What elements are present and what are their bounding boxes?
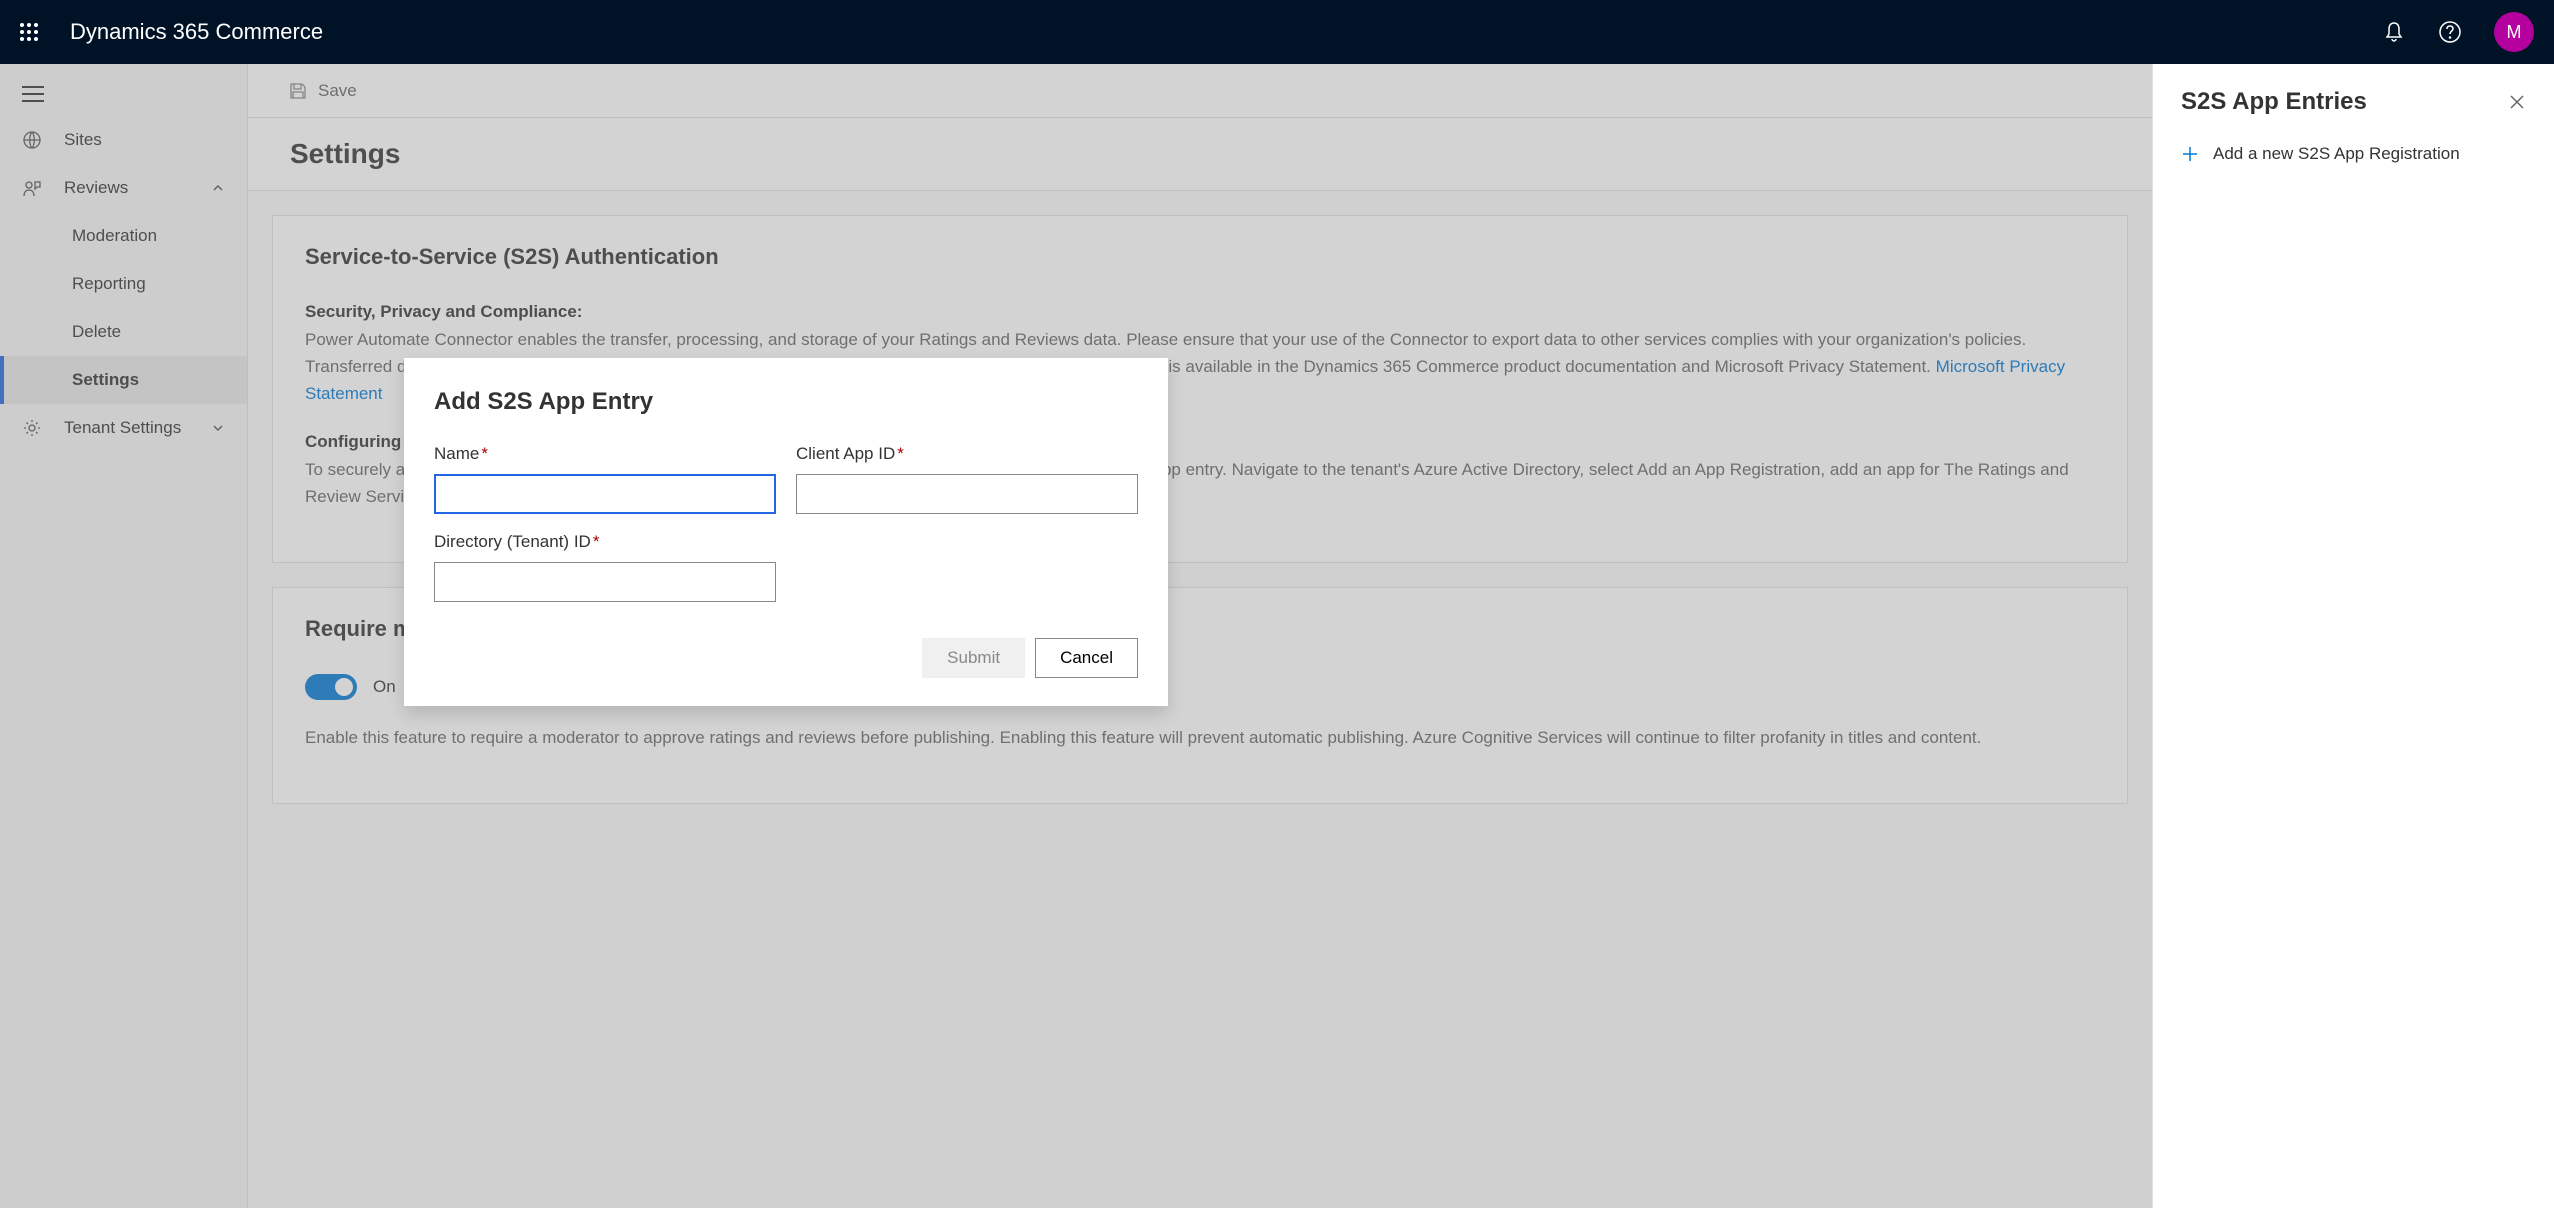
form-grid: Name* Client App ID* Directory (Tenant) …	[434, 444, 1138, 602]
header-right: M	[2382, 12, 2534, 52]
name-label: Name*	[434, 444, 776, 464]
add-s2s-registration-link[interactable]: Add a new S2S App Registration	[2181, 140, 2526, 168]
panel-header: S2S App Entries	[2181, 88, 2526, 116]
right-panel: S2S App Entries Add a new S2S App Regist…	[2152, 64, 2554, 1208]
client-app-id-input[interactable]	[796, 474, 1138, 514]
help-icon[interactable]	[2438, 20, 2462, 44]
name-field-group: Name*	[434, 444, 776, 514]
close-icon[interactable]	[2508, 93, 2526, 111]
name-input[interactable]	[434, 474, 776, 514]
app-launcher-icon[interactable]	[20, 23, 38, 41]
add-link-label: Add a new S2S App Registration	[2213, 144, 2460, 164]
cancel-button[interactable]: Cancel	[1035, 638, 1138, 678]
plus-icon	[2181, 145, 2199, 163]
tenant-id-field-group: Directory (Tenant) ID*	[434, 532, 776, 602]
avatar[interactable]: M	[2494, 12, 2534, 52]
top-header: Dynamics 365 Commerce M	[0, 0, 2554, 64]
submit-button[interactable]: Submit	[922, 638, 1025, 678]
notifications-icon[interactable]	[2382, 20, 2406, 44]
header-left: Dynamics 365 Commerce	[20, 19, 323, 45]
tenant-id-label: Directory (Tenant) ID*	[434, 532, 776, 552]
client-id-field-group: Client App ID*	[796, 444, 1138, 514]
app-title: Dynamics 365 Commerce	[70, 19, 323, 45]
client-id-label: Client App ID*	[796, 444, 1138, 464]
modal-buttons: Submit Cancel	[434, 638, 1138, 678]
add-s2s-entry-modal: Add S2S App Entry Name* Client App ID* D…	[404, 358, 1168, 706]
modal-title: Add S2S App Entry	[434, 388, 1138, 416]
panel-title: S2S App Entries	[2181, 88, 2367, 116]
directory-tenant-id-input[interactable]	[434, 562, 776, 602]
